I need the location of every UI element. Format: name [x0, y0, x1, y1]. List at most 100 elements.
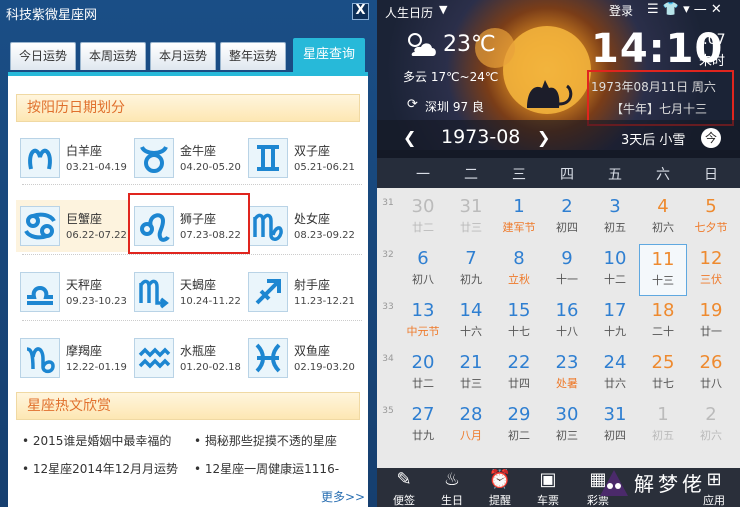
birthday-button[interactable]: ♨ 生日 — [427, 468, 477, 507]
screenshot-root: 科技紫微星座网 X 今日运势 本周运势 本月运势 整年运势 星座查询 按阳历日期… — [0, 0, 740, 507]
ticket-button[interactable]: ▣ 车票 — [523, 468, 573, 507]
article-link[interactable]: • 12星座2014年12月月运势 — [22, 460, 178, 477]
day-cell[interactable]: 4 初六 — [639, 192, 687, 244]
day-cell[interactable]: 3 初五 — [591, 192, 639, 244]
sign-name: 双鱼座 — [294, 344, 331, 358]
day-cell[interactable]: 27 廿九 — [399, 400, 447, 452]
weekday-label: 日 — [704, 167, 718, 183]
tab-today[interactable]: 今日运势 — [10, 42, 76, 70]
clock-hour-name: 未时 — [699, 54, 726, 69]
tab-week[interactable]: 本周运势 — [80, 42, 146, 70]
day-cell[interactable]: 29 初二 — [495, 400, 543, 452]
sign-cancer[interactable]: 巨蟹座 06.22-07.22 — [16, 200, 128, 252]
next-month-button[interactable]: ❯ — [537, 128, 550, 147]
day-cell[interactable]: 30 初三 — [543, 400, 591, 452]
day-cell[interactable]: 14 十六 — [447, 296, 495, 348]
day-cell[interactable]: 12 三伏 — [687, 244, 735, 296]
refresh-icon[interactable]: ⟳ — [407, 97, 418, 112]
day-number: 6 — [417, 248, 429, 269]
bottom-label: 车票 — [537, 494, 559, 507]
close-button[interactable]: X — [352, 3, 369, 20]
sign-aquarius[interactable]: 水瓶座 01.20-02.18 — [130, 332, 242, 384]
reminder-button[interactable]: ⏰ 提醒 — [475, 468, 525, 507]
app-name[interactable]: 人生日历 — [385, 4, 433, 21]
day-cell[interactable]: 28 八月 — [447, 400, 495, 452]
login-link[interactable]: 登录 — [609, 2, 633, 19]
day-cell[interactable]: 8 立秋 — [495, 244, 543, 296]
day-cell[interactable]: 18 二十 — [639, 296, 687, 348]
day-cell[interactable]: 16 十八 — [543, 296, 591, 348]
day-cell[interactable]: 19 廿一 — [687, 296, 735, 348]
sign-scorpio[interactable]: 天蝎座 10.24-11.22 — [130, 266, 242, 318]
weekday-label: 一 — [416, 167, 430, 183]
day-cell[interactable]: 1 建军节 — [495, 192, 543, 244]
lunar-day: 廿九 — [412, 429, 434, 442]
sign-virgo[interactable]: 处女座 08.23-09.22 — [244, 200, 356, 252]
day-cell-selected[interactable]: 11 十三 — [639, 244, 687, 296]
prev-month-button[interactable]: ❮ — [403, 128, 416, 147]
sign-name: 白羊座 — [66, 144, 103, 158]
sign-taurus[interactable]: 金牛座 04.20-05.20 — [130, 132, 242, 184]
notes-button[interactable]: ✎ 便签 — [379, 468, 429, 507]
day-cell[interactable]: 2 初六 — [687, 400, 735, 452]
article-link[interactable]: • 2015谁是婚姻中最幸福的 — [22, 432, 171, 449]
sign-capricorn[interactable]: 摩羯座 12.22-01.19 — [16, 332, 128, 384]
weekday-label: 五 — [608, 167, 622, 183]
article-link[interactable]: • 12星座一周健康运1116- — [194, 460, 339, 477]
wizard-hat-icon — [600, 470, 628, 496]
day-cell[interactable]: 31 廿三 — [447, 192, 495, 244]
sign-name: 双子座 — [294, 144, 331, 158]
day-cell[interactable]: 23 处暑 — [543, 348, 591, 400]
weekday-label: 四 — [560, 167, 574, 183]
day-number: 15 — [507, 300, 531, 321]
day-cell[interactable]: 30 廿二 — [399, 192, 447, 244]
day-cell[interactable]: 7 初九 — [447, 244, 495, 296]
day-cell[interactable]: 20 廿二 — [399, 348, 447, 400]
sign-name: 射手座 — [294, 278, 331, 292]
article-link[interactable]: • 揭秘那些捉摸不透的星座 — [194, 432, 337, 449]
day-cell[interactable]: 6 初八 — [399, 244, 447, 296]
day-cell[interactable]: 21 廿三 — [447, 348, 495, 400]
day-number: 17 — [603, 300, 627, 321]
day-cell[interactable]: 24 廿六 — [591, 348, 639, 400]
day-cell[interactable]: 22 廿四 — [495, 348, 543, 400]
day-cell[interactable]: 1 初五 — [639, 400, 687, 452]
sign-pisces[interactable]: 双鱼座 02.19-03.20 — [244, 332, 356, 384]
lunar-day: 中元节 — [406, 325, 440, 338]
day-cell[interactable]: 26 廿八 — [687, 348, 735, 400]
more-link[interactable]: 更多>> — [321, 488, 365, 505]
day-cell[interactable]: 25 廿七 — [639, 348, 687, 400]
lunar-day: 廿七 — [652, 377, 674, 390]
weather-forecast: 3天后 小雪 — [621, 133, 686, 148]
cloud-sun-icon — [403, 30, 439, 60]
sign-gemini[interactable]: 双子座 05.21-06.21 — [244, 132, 356, 184]
scorpio-icon — [134, 272, 174, 312]
lunar-day: 初六 — [700, 429, 722, 442]
day-cell[interactable]: 10 十二 — [591, 244, 639, 296]
today-button[interactable]: 今 — [701, 128, 721, 148]
day-number: 18 — [651, 300, 675, 321]
sign-aries[interactable]: 白羊座 03.21-04.19 — [16, 132, 128, 184]
tab-year[interactable]: 整年运势 — [220, 42, 286, 70]
week-number: 33 — [382, 302, 394, 312]
sign-libra[interactable]: 天秤座 09.23-10.23 — [16, 266, 128, 318]
day-cell[interactable]: 5 七夕节 — [687, 192, 735, 244]
day-cell[interactable]: 31 初四 — [591, 400, 639, 452]
tab-month[interactable]: 本月运势 — [150, 42, 216, 70]
sign-sagittarius[interactable]: 射手座 11.23-12.21 — [244, 266, 356, 318]
dropdown-icon[interactable]: ▼ — [439, 3, 447, 16]
lunar-day: 七夕节 — [694, 221, 728, 234]
day-number: 8 — [513, 248, 525, 269]
constellation-window: 科技紫微星座网 X 今日运势 本周运势 本月运势 整年运势 星座查询 按阳历日期… — [0, 0, 377, 507]
pisces-icon — [248, 338, 288, 378]
day-cell[interactable]: 17 十九 — [591, 296, 639, 348]
day-cell[interactable]: 2 初四 — [543, 192, 591, 244]
sign-date: 09.23-10.23 — [66, 296, 127, 307]
window-controls[interactable]: ☰ 👕 ▾ — ✕ — [647, 2, 722, 17]
tab-query[interactable]: 星座查询 — [293, 38, 365, 72]
month-label[interactable]: 1973-08 — [441, 126, 520, 148]
lunar-day: 初六 — [652, 221, 674, 234]
day-cell[interactable]: 15 十七 — [495, 296, 543, 348]
day-cell[interactable]: 9 十一 — [543, 244, 591, 296]
day-cell[interactable]: 13 中元节 — [399, 296, 447, 348]
